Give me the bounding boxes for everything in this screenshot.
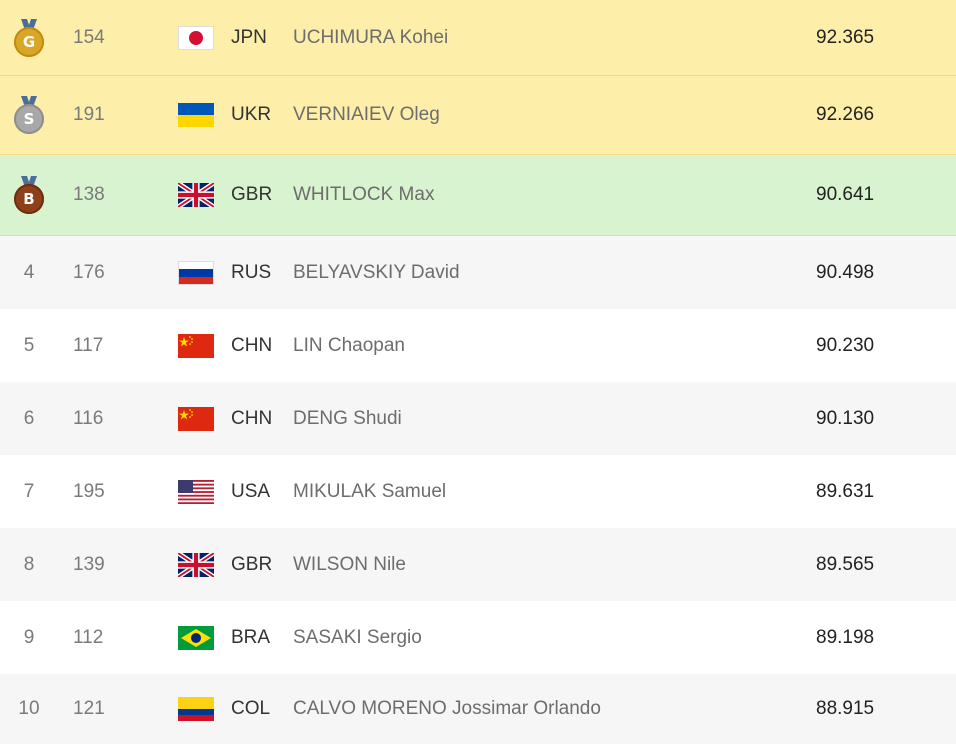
athlete-name[interactable]: WILSON Nile bbox=[293, 554, 406, 576]
bib-number: 191 bbox=[73, 104, 105, 125]
rank: 10 bbox=[18, 698, 40, 719]
china-flag-icon bbox=[178, 406, 214, 431]
bronze-medal-icon: B bbox=[14, 176, 44, 214]
bib-number: 117 bbox=[73, 334, 104, 356]
gold-medal-icon: G bbox=[14, 18, 44, 57]
bib-number: 121 bbox=[73, 698, 105, 719]
colombia-flag-icon bbox=[178, 697, 214, 721]
athlete-name[interactable]: BELYAVSKIY David bbox=[293, 262, 460, 284]
table-row[interactable]: 8 139 GBR WILSON Nile 89.565 bbox=[0, 528, 956, 601]
ukraine-flag-icon bbox=[178, 103, 214, 127]
athlete-name[interactable]: VERNIAIEV Oleg bbox=[293, 104, 440, 126]
silver-medal-icon: S bbox=[14, 96, 44, 134]
country-code: COL bbox=[231, 698, 271, 719]
total-score: 89.198 bbox=[816, 626, 875, 648]
athlete-name[interactable]: DENG Shudi bbox=[293, 408, 402, 430]
country-code: BRA bbox=[231, 626, 271, 648]
total-score: 92.266 bbox=[816, 104, 875, 125]
brazil-flag-icon bbox=[178, 625, 214, 650]
total-score: 92.365 bbox=[816, 26, 875, 48]
bib-number: 176 bbox=[73, 261, 105, 283]
table-row[interactable]: 4 176 RUS BELYAVSKIY David 90.498 bbox=[0, 236, 956, 309]
rank: 6 bbox=[23, 407, 35, 429]
usa-flag-icon bbox=[178, 479, 214, 504]
bib-number: 112 bbox=[73, 626, 104, 648]
great-britain-flag-icon bbox=[178, 183, 214, 207]
bib-number: 195 bbox=[73, 480, 105, 502]
bib-number: 138 bbox=[73, 184, 105, 205]
country-code: JPN bbox=[231, 26, 267, 48]
athlete-name[interactable]: LIN Chaopan bbox=[293, 335, 405, 357]
total-score: 89.565 bbox=[816, 553, 875, 575]
total-score: 90.130 bbox=[816, 407, 875, 429]
table-row[interactable]: 5 117 CHN LIN Chaopan 90.230 bbox=[0, 309, 956, 382]
rank: 7 bbox=[23, 480, 35, 502]
total-score: 90.230 bbox=[816, 334, 875, 356]
table-row[interactable]: 10 121 COL CALVO MORENO Jossimar Orlando… bbox=[0, 674, 956, 744]
athlete-name[interactable]: WHITLOCK Max bbox=[293, 184, 434, 206]
country-code: RUS bbox=[231, 261, 272, 283]
bib-number: 116 bbox=[73, 407, 104, 429]
results-table: G 154 JPN UCHIMURA Kohei 92.365 S 191 UK… bbox=[0, 0, 956, 744]
total-score: 88.915 bbox=[816, 698, 875, 719]
country-code: USA bbox=[231, 480, 271, 502]
country-code: UKR bbox=[231, 104, 272, 125]
total-score: 89.631 bbox=[816, 480, 875, 502]
table-row[interactable]: S 191 UKR VERNIAIEV Oleg 92.266 bbox=[0, 76, 956, 155]
athlete-name[interactable]: UCHIMURA Kohei bbox=[293, 27, 448, 49]
great-britain-flag-icon bbox=[178, 552, 214, 577]
table-row[interactable]: B 138 GBR WHITLOCK Max 90.641 bbox=[0, 155, 956, 236]
rank: 4 bbox=[23, 261, 35, 283]
country-code: CHN bbox=[231, 334, 273, 356]
bib-number: 154 bbox=[73, 26, 105, 48]
total-score: 90.498 bbox=[816, 261, 875, 283]
table-row[interactable]: 6 116 CHN DENG Shudi 90.130 bbox=[0, 382, 956, 455]
country-code: CHN bbox=[231, 407, 273, 429]
table-row[interactable]: 7 195 USA MIKULAK Samuel 89.631 bbox=[0, 455, 956, 528]
total-score: 90.641 bbox=[816, 184, 875, 205]
athlete-name[interactable]: SASAKI Sergio bbox=[293, 627, 422, 649]
rank: 9 bbox=[23, 626, 35, 648]
country-code: GBR bbox=[231, 553, 273, 575]
russia-flag-icon bbox=[178, 260, 214, 285]
athlete-name[interactable]: CALVO MORENO Jossimar Orlando bbox=[293, 698, 601, 720]
bib-number: 139 bbox=[73, 553, 105, 575]
japan-flag-icon bbox=[178, 25, 214, 50]
table-row[interactable]: 9 112 BRA SASAKI Sergio 89.198 bbox=[0, 601, 956, 674]
table-row[interactable]: G 154 JPN UCHIMURA Kohei 92.365 bbox=[0, 0, 956, 76]
country-code: GBR bbox=[231, 184, 273, 205]
athlete-name[interactable]: MIKULAK Samuel bbox=[293, 481, 446, 503]
china-flag-icon bbox=[178, 333, 214, 358]
rank: 8 bbox=[23, 553, 35, 575]
rank: 5 bbox=[23, 334, 35, 356]
